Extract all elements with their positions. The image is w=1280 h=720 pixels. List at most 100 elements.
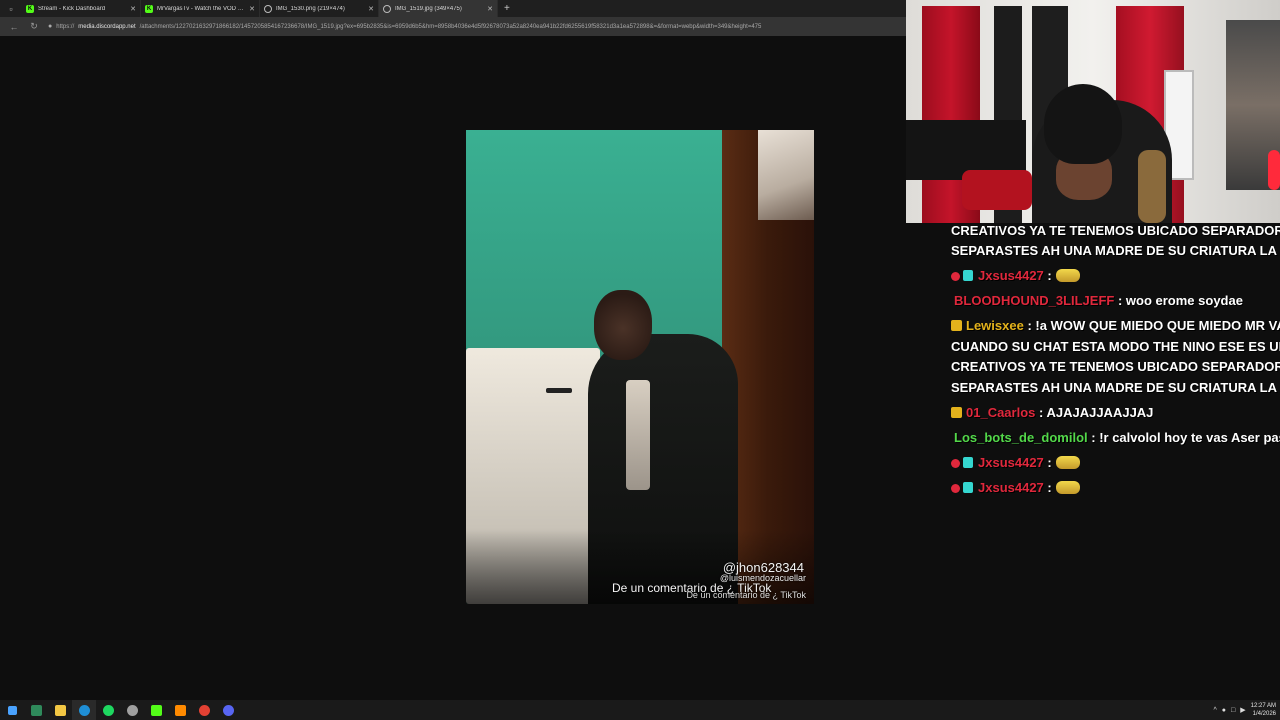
chat-text: CREATIVOS YA TE TENEMOS UBICADO SEPARADO…: [951, 359, 1280, 374]
chat-username[interactable]: Jxsus4427: [978, 455, 1044, 470]
address-bar: ← ↻ ● https://media.discordapp.net/attac…: [0, 17, 906, 36]
chat-message: BLOODHOUND_3LILJEFF : woo erome soydae: [954, 293, 1243, 309]
chat-username[interactable]: Los_bots_de_domilol: [954, 430, 1088, 445]
lock-icon: ●: [48, 23, 53, 30]
chat-text: : AJAJAJJAAJJAJ: [1039, 405, 1154, 420]
chat-username[interactable]: Jxsus4427: [978, 480, 1044, 495]
browser-tabstrip: ▫ K Stream - Kick Dashboard ✕ K MrVargas…: [0, 0, 906, 17]
subscriber-badge-icon: [951, 272, 960, 281]
watermark-caption-secondary: De un comentario de ¿ TikTok: [686, 590, 806, 600]
subscriber-badge-icon: [951, 484, 960, 493]
url-path: /attachments/1227021632971866182/1457205…: [139, 23, 762, 30]
chat-message: CREATIVOS YA TE TENEMOS UBICADO SEPARADO…: [951, 223, 1280, 239]
clock-time: 12:27 AM: [1250, 703, 1276, 709]
chat-text: :: [1047, 268, 1052, 283]
chat-username[interactable]: Lewisxee: [966, 318, 1024, 333]
chat-text: : woo erome soydae: [1117, 293, 1243, 308]
chat-username[interactable]: BLOODHOUND_3LILJEFF: [954, 293, 1114, 308]
url-host: media.discordapp.net: [78, 23, 136, 30]
emote-icon: [1055, 269, 1080, 282]
network-icon[interactable]: □: [1231, 707, 1235, 714]
close-icon[interactable]: ✕: [487, 5, 493, 13]
window-menu-icon[interactable]: ▫: [0, 0, 22, 17]
kick-icon[interactable]: [144, 700, 168, 720]
reload-icon[interactable]: ↻: [28, 21, 40, 32]
red-clothes-pile: [962, 170, 1032, 210]
tab-title: MrVargasTv - Watch the VOD on Kick: [157, 5, 245, 12]
vlc-icon[interactable]: [168, 700, 192, 720]
person-head: [594, 290, 652, 360]
clock-date: 1/4/2026: [1252, 711, 1276, 717]
screen: ▫ K Stream - Kick Dashboard ✕ K MrVargas…: [0, 0, 1280, 720]
red-light: [1268, 150, 1280, 190]
subscriber-badge-icon: [951, 459, 960, 468]
volume-icon[interactable]: ▶: [1240, 706, 1245, 714]
chat-message: Jxsus4427 :: [951, 480, 1080, 496]
globe-icon: [264, 4, 272, 13]
gift-badge-icon: [963, 270, 973, 281]
tab-img-1519[interactable]: IMG_1519.jpg (349×475) ✕: [379, 0, 498, 17]
chevron-up-icon[interactable]: ^: [1213, 707, 1216, 714]
chat-message: Jxsus4427 :: [951, 455, 1080, 471]
chat-text: SEPARASTES AH UNA MADRE DE SU CRIATURA L…: [951, 243, 1280, 258]
close-icon[interactable]: ✕: [130, 5, 136, 13]
spotify-icon[interactable]: [96, 700, 120, 720]
chat-message: Jxsus4427 :: [951, 268, 1080, 284]
url-field[interactable]: ● https://media.discordapp.net/attachmen…: [48, 20, 906, 33]
chat-text: : !r calvolol hoy te vas Aser pas: [1091, 430, 1280, 445]
system-tray: ^ ● □ ▶ 12:27 AM 1/4/2026: [1213, 700, 1276, 720]
gift-badge-icon: [963, 482, 973, 493]
crown-badge-icon: [951, 320, 962, 331]
tab-img-1530[interactable]: IMG_1530.png (219×474) ✕: [260, 0, 379, 17]
streamer-beanie: [1044, 84, 1122, 164]
edge-browser-icon[interactable]: [72, 700, 96, 720]
start-icon[interactable]: [0, 700, 24, 720]
close-icon[interactable]: ✕: [249, 5, 255, 13]
chat-text: : !a WOW QUE MIEDO QUE MIEDO MR VA: [1027, 318, 1280, 333]
chat-message: Los_bots_de_domilol : !r calvolol hoy te…: [954, 430, 1280, 446]
chat-message: SEPARASTES AH UNA MADRE DE SU CRIATURA L…: [951, 243, 1280, 259]
image-viewer: @jhon628344 @luismendozacuellar De un co…: [0, 36, 906, 700]
discord-icon[interactable]: [216, 700, 240, 720]
chat-message: 01_Caarlos : AJAJAJJAAJJAJ: [951, 405, 1153, 421]
person-shirt: [626, 380, 650, 490]
close-icon[interactable]: ✕: [368, 5, 374, 13]
kick-icon: K: [145, 4, 153, 13]
chat-message: SEPARASTES AH UNA MADRE DE SU CRIATURA L…: [951, 380, 1280, 396]
terminal-icon[interactable]: [24, 700, 48, 720]
photo-image[interactable]: @jhon628344 @luismendozacuellar De un co…: [466, 130, 814, 604]
app-icon[interactable]: [120, 700, 144, 720]
chat-message: Lewisxee : !a WOW QUE MIEDO QUE MIEDO MR…: [951, 318, 1280, 334]
tab-kick-vod[interactable]: K MrVargasTv - Watch the VOD on Kick ✕: [141, 0, 260, 17]
webcam-overlay: [906, 0, 1280, 223]
clock[interactable]: 12:27 AM 1/4/2026: [1251, 702, 1276, 718]
new-tab-button[interactable]: +: [498, 3, 516, 14]
hanging-cloth: [758, 130, 814, 220]
tab-kick-dashboard[interactable]: K Stream - Kick Dashboard ✕: [22, 0, 141, 17]
fridge-handle: [546, 388, 572, 393]
tab-title: Stream - Kick Dashboard: [38, 5, 106, 12]
back-icon[interactable]: ←: [8, 22, 20, 32]
chat-text: CREATIVOS YA TE TENEMOS UBICADO SEPARADO…: [951, 223, 1280, 238]
chat-text: CUANDO SU CHAT ESTA MODO THE NINO ESE ES…: [951, 339, 1280, 354]
chat-username[interactable]: Jxsus4427: [978, 268, 1044, 283]
chat-message: CREATIVOS YA TE TENEMOS UBICADO SEPARADO…: [951, 359, 1280, 375]
tab-title: IMG_1519.jpg (349×475): [395, 5, 462, 12]
crown-badge-icon: [951, 407, 962, 418]
chat-overlay: CREATIVOS YA TE TENEMOS UBICADO SEPARADO…: [951, 223, 1280, 700]
emote-icon: [1055, 481, 1080, 494]
chat-text: :: [1047, 455, 1052, 470]
file-explorer-icon[interactable]: [48, 700, 72, 720]
emote-icon: [1055, 456, 1080, 469]
globe-icon: [383, 4, 391, 13]
tab-title: IMG_1530.png (219×474): [276, 5, 345, 12]
chat-text: SEPARASTES AH UNA MADRE DE SU CRIATURA L…: [951, 380, 1280, 395]
mic-icon[interactable]: ●: [1222, 707, 1226, 714]
chat-text: :: [1047, 480, 1052, 495]
kick-icon: K: [26, 4, 34, 13]
url-prefix: https://: [56, 23, 75, 30]
streamer-hair: [1138, 150, 1166, 223]
chrome-icon[interactable]: [192, 700, 216, 720]
chat-message: CUANDO SU CHAT ESTA MODO THE NINO ESE ES…: [951, 339, 1280, 355]
chat-username[interactable]: 01_Caarlos: [966, 405, 1035, 420]
